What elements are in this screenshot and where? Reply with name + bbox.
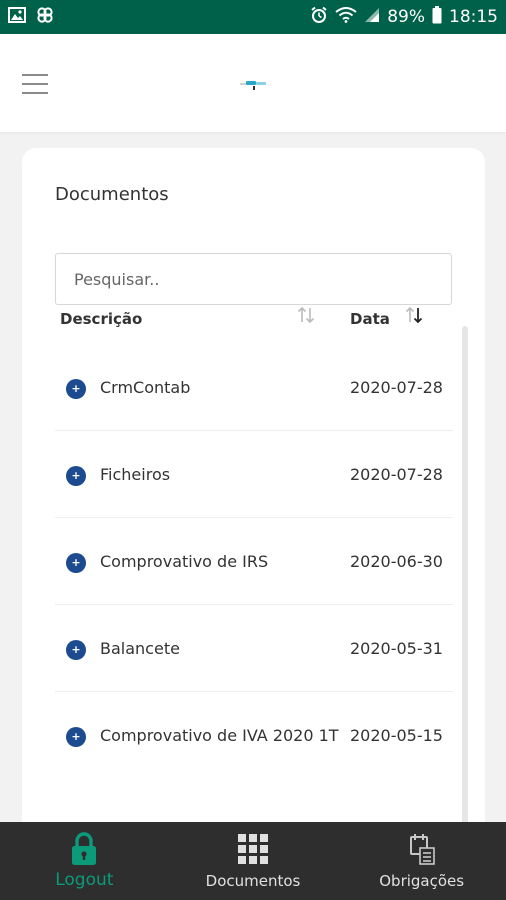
nav-label: Documentos: [205, 872, 301, 890]
app-notification-icon: [36, 6, 54, 28]
row-description: Comprovativo de IRS: [100, 552, 269, 571]
column-header-description[interactable]: Descrição: [60, 310, 142, 328]
documents-list: + CrmContab 2020-07-28 + Ficheiros 2020-…: [55, 344, 453, 779]
alarm-icon: [310, 6, 328, 29]
expand-plus-icon[interactable]: +: [66, 379, 86, 399]
row-date: 2020-07-28: [350, 378, 443, 397]
page-title: Documentos: [55, 184, 169, 205]
sort-descending-icon[interactable]: [404, 306, 424, 328]
wifi-icon: [335, 6, 357, 28]
table-header: Descrição Data: [60, 306, 460, 336]
table-row[interactable]: + Balancete 2020-05-31: [55, 605, 453, 692]
expand-plus-icon[interactable]: +: [66, 553, 86, 573]
app-header: [0, 34, 506, 132]
row-description: Balancete: [100, 639, 180, 658]
signal-icon: [364, 7, 380, 28]
status-bar-left: [8, 6, 54, 28]
row-date: 2020-07-28: [350, 465, 443, 484]
image-icon: [8, 7, 26, 27]
row-date: 2020-06-30: [350, 552, 443, 571]
nav-item-obrigacoes[interactable]: Obrigações: [337, 822, 506, 900]
lock-icon: [70, 832, 98, 870]
row-date: 2020-05-15: [350, 726, 443, 745]
sort-icon[interactable]: [296, 306, 316, 328]
row-description: Ficheiros: [100, 465, 171, 484]
nav-item-logout[interactable]: Logout: [0, 822, 169, 900]
app-logo: [240, 76, 268, 90]
status-bar: 89% 18:15: [0, 0, 506, 34]
column-header-date[interactable]: Data: [350, 310, 390, 328]
grid-icon: [236, 832, 270, 870]
hamburger-icon[interactable]: [22, 74, 48, 94]
nav-label: Logout: [55, 870, 114, 890]
row-date: 2020-05-31: [350, 639, 443, 658]
row-description: Comprovativo de IVA 2020 1T: [100, 726, 339, 745]
table-row[interactable]: + Comprovativo de IVA 2020 1T 2020-05-15: [55, 692, 453, 779]
calendar-list-icon: [408, 832, 436, 870]
documents-card: Documentos Descrição Data + CrmContab 20…: [22, 148, 485, 848]
battery-icon: [432, 5, 442, 29]
battery-percent: 89%: [387, 7, 425, 27]
clock: 18:15: [449, 7, 498, 27]
status-bar-right: 89% 18:15: [310, 5, 498, 29]
table-row[interactable]: + Comprovativo de IRS 2020-06-30: [55, 518, 453, 605]
row-description: CrmContab: [100, 378, 191, 397]
nav-label: Obrigações: [379, 872, 465, 890]
expand-plus-icon[interactable]: +: [66, 466, 86, 486]
table-row[interactable]: + Ficheiros 2020-07-28: [55, 431, 453, 518]
scrollbar[interactable]: [462, 326, 468, 848]
expand-plus-icon[interactable]: +: [66, 727, 86, 747]
bottom-navigation: Logout Documentos Obrigações: [0, 822, 506, 900]
expand-plus-icon[interactable]: +: [66, 640, 86, 660]
table-row[interactable]: + CrmContab 2020-07-28: [55, 344, 453, 431]
nav-item-documentos[interactable]: Documentos: [169, 822, 338, 900]
search-input[interactable]: [55, 253, 452, 305]
